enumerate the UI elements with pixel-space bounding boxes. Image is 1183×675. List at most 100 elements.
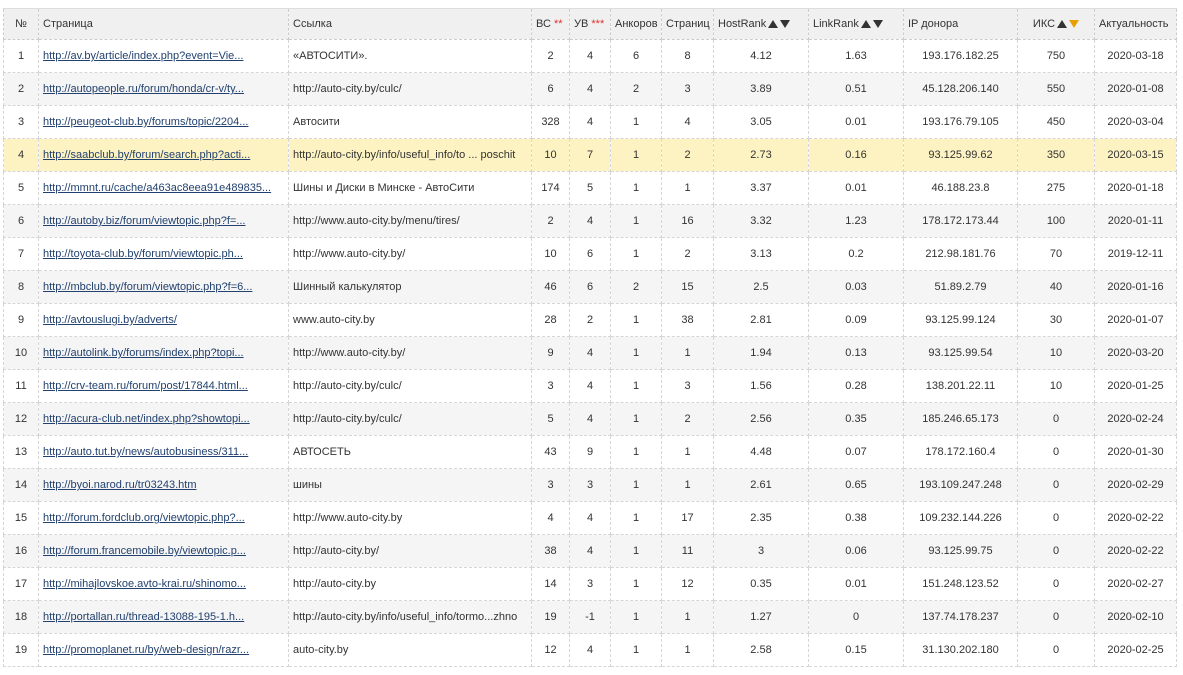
cell-ip: 178.172.173.44 xyxy=(903,204,1018,238)
cell-link: www.auto-city.by xyxy=(288,303,532,337)
cell-iks: 100 xyxy=(1017,204,1095,238)
cell-num: 12 xyxy=(3,402,39,436)
hostrank-sort-down-icon[interactable] xyxy=(780,20,791,28)
table-header-row: № Страница Ссылка ВС ** УВ *** Анкоров С… xyxy=(3,8,1177,40)
header-ip: IP донора xyxy=(903,8,1018,40)
donor-page-link[interactable]: http://av.by/article/index.php?event=Vie… xyxy=(43,50,243,62)
cell-date: 2020-01-07 xyxy=(1094,303,1177,337)
cell-iks: 0 xyxy=(1017,468,1095,502)
cell-vs: 6 xyxy=(531,72,570,106)
hostrank-sort-up-icon[interactable] xyxy=(768,20,779,28)
donor-page-link[interactable]: http://toyota-club.by/forum/viewtopic.ph… xyxy=(43,248,243,260)
donor-page-link[interactable]: http://forum.francemobile.by/viewtopic.p… xyxy=(43,545,246,557)
donor-page-link[interactable]: http://mmnt.ru/cache/a463ac8eea91e489835… xyxy=(43,182,271,194)
cell-ip: 193.176.182.25 xyxy=(903,39,1018,73)
cell-ip: 51.89.2.79 xyxy=(903,270,1018,304)
table-row: 17 http://mihajlovskoe.avto-krai.ru/shino… xyxy=(3,567,1177,601)
cell-pages: 3 xyxy=(661,72,714,106)
cell-uv: 9 xyxy=(569,435,611,469)
table-row: 9 http://avtouslugi.by/adverts/www.auto-c… xyxy=(3,303,1177,337)
cell-vs: 5 xyxy=(531,402,570,436)
cell-uv: 4 xyxy=(569,402,611,436)
cell-pages: 8 xyxy=(661,39,714,73)
table-row: 19 http://promoplanet.ru/by/web-design/ra… xyxy=(3,633,1177,667)
table-row: 13 http://auto.tut.by/news/autobusiness/3… xyxy=(3,435,1177,469)
iks-sort-up-icon[interactable] xyxy=(1057,20,1068,28)
donor-page-link[interactable]: http://peugeot-club.by/forums/topic/2204… xyxy=(43,116,248,128)
cell-date: 2020-03-18 xyxy=(1094,39,1177,73)
backlinks-table-container: № Страница Ссылка ВС ** УВ *** Анкоров С… xyxy=(3,8,1177,667)
cell-ip: 45.128.206.140 xyxy=(903,72,1018,106)
cell-page: http://mihajlovskoe.avto-krai.ru/shinomo… xyxy=(38,567,289,601)
donor-page-link[interactable]: http://saabclub.by/forum/search.php?acti… xyxy=(43,149,250,161)
donor-page-link[interactable]: http://autolink.by/forums/index.php?topi… xyxy=(43,347,244,359)
cell-vs: 10 xyxy=(531,138,570,172)
cell-hostrank: 1.94 xyxy=(713,336,809,370)
donor-page-link[interactable]: http://autopeople.ru/forum/honda/cr-v/ty… xyxy=(43,83,244,95)
cell-link: http://www.auto-city.by xyxy=(288,501,532,535)
cell-ip: 193.176.79.105 xyxy=(903,105,1018,139)
cell-linkrank: 0.15 xyxy=(808,633,904,667)
cell-page: http://mbclub.by/forum/viewtopic.php?f=6… xyxy=(38,270,289,304)
donor-page-link[interactable]: http://crv-team.ru/forum/post/17844.html… xyxy=(43,380,248,392)
table-row: 11 http://crv-team.ru/forum/post/17844.ht… xyxy=(3,369,1177,403)
header-pages: Страниц xyxy=(661,8,714,40)
cell-iks: 10 xyxy=(1017,369,1095,403)
cell-anchors: 1 xyxy=(610,633,662,667)
cell-ip: 109.232.144.226 xyxy=(903,501,1018,535)
table-row: 14 http://byoi.narod.ru/tr03243.htm шины 3 3… xyxy=(3,468,1177,502)
cell-link: шины xyxy=(288,468,532,502)
cell-linkrank: 0.65 xyxy=(808,468,904,502)
cell-linkrank: 0.38 xyxy=(808,501,904,535)
cell-page: http://autoby.biz/forum/viewtopic.php?f=… xyxy=(38,204,289,238)
donor-page-link[interactable]: http://mihajlovskoe.avto-krai.ru/shinomo… xyxy=(43,578,246,590)
cell-page: http://autopeople.ru/forum/honda/cr-v/ty… xyxy=(38,72,289,106)
linkrank-sort-up-icon[interactable] xyxy=(860,20,871,28)
header-hostrank: HostRank xyxy=(713,8,809,40)
cell-anchors: 1 xyxy=(610,468,662,502)
donor-page-link[interactable]: http://autoby.biz/forum/viewtopic.php?f=… xyxy=(43,215,246,227)
cell-pages: 2 xyxy=(661,402,714,436)
linkrank-sort-down-icon[interactable] xyxy=(872,20,883,28)
cell-page: http://acura-club.net/index.php?showtopi… xyxy=(38,402,289,436)
header-anchors: Анкоров xyxy=(610,8,662,40)
donor-page-link[interactable]: http://promoplanet.ru/by/web-design/razr… xyxy=(43,644,249,656)
cell-page: http://portallan.ru/thread-13088-195-1.h… xyxy=(38,600,289,634)
table-row: 5 http://mmnt.ru/cache/a463ac8eea91e48983… xyxy=(3,171,1177,205)
cell-linkrank: 0.2 xyxy=(808,237,904,271)
donor-page-link[interactable]: http://auto.tut.by/news/autobusiness/311… xyxy=(43,446,248,458)
donor-page-link[interactable]: http://byoi.narod.ru/tr03243.htm xyxy=(43,479,196,491)
cell-num: 17 xyxy=(3,567,39,601)
donor-page-link[interactable]: http://portallan.ru/thread-13088-195-1.h… xyxy=(43,611,244,623)
iks-sort-down-icon[interactable] xyxy=(1069,20,1080,28)
cell-hostrank: 4.48 xyxy=(713,435,809,469)
cell-pages: 15 xyxy=(661,270,714,304)
donor-page-link[interactable]: http://avtouslugi.by/adverts/ xyxy=(43,314,177,326)
cell-vs: 3 xyxy=(531,369,570,403)
cell-anchors: 1 xyxy=(610,204,662,238)
donor-page-link[interactable]: http://acura-club.net/index.php?showtopi… xyxy=(43,413,250,425)
cell-uv: 4 xyxy=(569,39,611,73)
cell-link: http://auto-city.by/info/useful_info/tor… xyxy=(288,600,532,634)
cell-hostrank: 2.35 xyxy=(713,501,809,535)
cell-num: 10 xyxy=(3,336,39,370)
header-actual: Актуальность xyxy=(1094,8,1177,40)
cell-uv: -1 xyxy=(569,600,611,634)
cell-vs: 38 xyxy=(531,534,570,568)
cell-vs: 2 xyxy=(531,39,570,73)
cell-link: http://auto-city.by/culc/ xyxy=(288,402,532,436)
donor-page-link[interactable]: http://forum.fordclub.org/viewtopic.php?… xyxy=(43,512,245,524)
cell-page: http://crv-team.ru/forum/post/17844.html… xyxy=(38,369,289,403)
cell-uv: 4 xyxy=(569,369,611,403)
cell-iks: 70 xyxy=(1017,237,1095,271)
header-uv: УВ *** xyxy=(569,8,611,40)
cell-pages: 38 xyxy=(661,303,714,337)
donor-page-link[interactable]: http://mbclub.by/forum/viewtopic.php?f=6… xyxy=(43,281,252,293)
cell-pages: 1 xyxy=(661,600,714,634)
cell-anchors: 1 xyxy=(610,435,662,469)
table-row: 4 http://saabclub.by/forum/search.php?act… xyxy=(3,138,1177,172)
cell-linkrank: 1.23 xyxy=(808,204,904,238)
cell-link: АВТОСЕТЬ xyxy=(288,435,532,469)
cell-vs: 3 xyxy=(531,468,570,502)
cell-vs: 19 xyxy=(531,600,570,634)
